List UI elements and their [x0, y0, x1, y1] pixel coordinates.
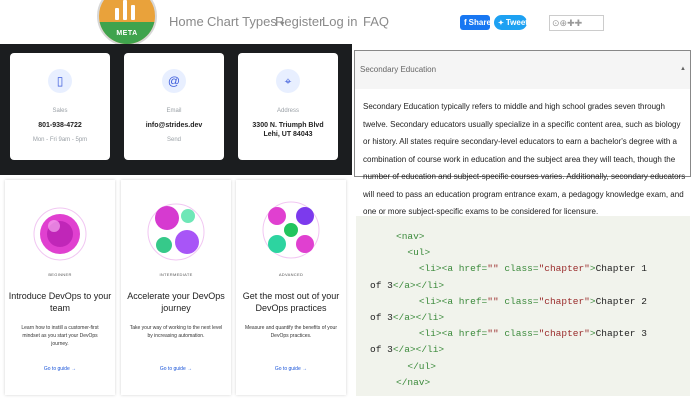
code-token: "" [487, 328, 499, 340]
code-token: </a></li> [392, 344, 445, 356]
contact-value[interactable]: 3300 N. Triumph Blvd Lehi, UT 84043 [238, 121, 338, 139]
contact-label: Sales [52, 108, 68, 114]
site-logo[interactable]: META [97, 0, 157, 46]
code-token: of 3 [370, 279, 393, 291]
phone-icon: ▯ [48, 69, 72, 93]
contact-sub: Mon - Fri 9am - 5pm [32, 137, 88, 143]
code-token: <li> [418, 328, 442, 340]
contact-sub: Send [166, 137, 181, 143]
guide-title: Get the most out of your DevOps practice… [242, 291, 340, 313]
at-icon: @ [162, 69, 186, 93]
contact-card-email: @ Email info@strides.dev Send [124, 53, 224, 160]
location-icon: ⌖ [276, 69, 300, 93]
code-token: class= [498, 295, 539, 307]
guide-tier: INTERMEDIATE [159, 272, 193, 277]
code-token: Chapter 2 [595, 295, 647, 307]
code-token: "chapter" [538, 263, 590, 275]
code-token: "chapter" [538, 328, 590, 340]
facebook-share-button[interactable]: f Share [460, 15, 491, 30]
share-label: Share [468, 18, 491, 27]
code-line: of 3</a></li> [370, 310, 688, 326]
code-token: class= [498, 263, 539, 275]
go-to-guide-link[interactable]: Go to guide → [5, 366, 115, 372]
nav-home[interactable]: Home [169, 14, 204, 29]
go-to-guide-link[interactable]: Go to guide → [236, 366, 346, 372]
guide-card-advanced: ADVANCED Get the most out of your DevOps… [236, 180, 346, 395]
contact-label: Address [276, 108, 299, 114]
code-text: <nav> <ul> <li><a href="" class="chapter… [370, 229, 688, 391]
code-token: <a [441, 263, 459, 275]
code-token: "" [487, 295, 499, 307]
nav-register[interactable]: Register [275, 14, 323, 29]
code-token: <ul> [407, 247, 431, 259]
accordion-title[interactable]: Secondary Education [360, 65, 436, 74]
code-token: "chapter" [538, 295, 590, 307]
code-token: </ul> [407, 360, 436, 372]
code-line: <nav> [396, 229, 688, 245]
contact-value[interactable]: 801-938-4722 [10, 121, 110, 130]
toolbar-widget[interactable]: ⊙⊕✚✚ [549, 15, 604, 31]
guide-desc: Measure and quantify the benefits of you… [244, 325, 337, 339]
guide-tier: ADVANCED [278, 272, 304, 277]
code-line: </nav> [396, 375, 688, 391]
code-token: </a></li> [392, 312, 445, 324]
code-line: <ul> [396, 245, 688, 261]
code-line: <li><a href="" class="chapter">Chapter 3 [396, 326, 688, 342]
beginner-illustration [33, 207, 87, 261]
contact-card-sales: ▯ Sales 801-938-4722 Mon - Fri 9am - 5pm [10, 53, 110, 160]
code-token: <li> [418, 295, 442, 307]
contact-value[interactable]: info@strides.dev [124, 121, 224, 130]
facebook-icon: f [464, 18, 467, 27]
code-token: </nav> [396, 376, 431, 388]
code-token: <li> [418, 263, 442, 275]
tweet-button[interactable]: ✦ Tweet [494, 15, 528, 30]
code-line: <li><a href="" class="chapter">Chapter 2 [396, 294, 688, 310]
code-token: <nav> [396, 231, 425, 242]
code-token: href= [458, 328, 488, 340]
contact-label: Email [166, 108, 182, 114]
code-token: </a></li> [392, 279, 445, 291]
guide-card-intermediate: INTERMEDIATE Accelerate your DevOps jour… [121, 180, 231, 395]
intermediate-illustration [147, 203, 205, 261]
nav-chart-types-label: Chart Types [207, 14, 277, 29]
code-token: of 3 [370, 312, 393, 324]
code-token: <a [441, 295, 459, 307]
logo-text: META [116, 30, 138, 37]
code-line: of 3</a></li> [370, 278, 688, 294]
code-token: href= [458, 295, 488, 307]
code-token: Chapter 1 [595, 263, 647, 275]
accordion-body: Secondary Education typically refers to … [363, 102, 686, 216]
nav-chart-types[interactable]: Chart Types ▾ [207, 14, 285, 29]
go-to-guide-link[interactable]: Go to guide → [121, 366, 231, 372]
code-token: <a [441, 328, 459, 340]
nav-login[interactable]: Log in [322, 14, 357, 29]
code-line: of 3</a></li> [370, 342, 688, 358]
twitter-bird-icon: ✦ [498, 19, 504, 27]
advanced-illustration [262, 201, 320, 259]
guide-card-beginner: BEGINNER Introduce DevOps to your team L… [5, 180, 115, 395]
code-token: Chapter 3 [595, 328, 647, 340]
guide-tier: BEGINNER [48, 272, 72, 277]
guide-title: Accelerate your DevOps journey [127, 291, 225, 313]
tweet-label: Tweet [505, 18, 528, 27]
contact-card-address: ⌖ Address 3300 N. Triumph Blvd Lehi, UT … [238, 53, 338, 160]
nav-faq[interactable]: FAQ [363, 14, 389, 29]
code-line: </ul> [396, 359, 688, 375]
code-token: "" [487, 263, 499, 275]
guide-title: Introduce DevOps to your team [8, 291, 112, 313]
code-token: class= [498, 328, 539, 340]
guide-desc: Learn how to instill a customer-first mi… [21, 325, 99, 347]
guide-desc: Take your way of working to the next lev… [129, 325, 223, 339]
collapse-icon[interactable]: ▲ [680, 66, 686, 72]
code-line: <li><a href="" class="chapter">Chapter 1 [396, 261, 688, 277]
widget-icons: ⊙⊕✚✚ [552, 17, 583, 28]
code-token: of 3 [370, 344, 393, 356]
code-token: href= [458, 263, 488, 275]
